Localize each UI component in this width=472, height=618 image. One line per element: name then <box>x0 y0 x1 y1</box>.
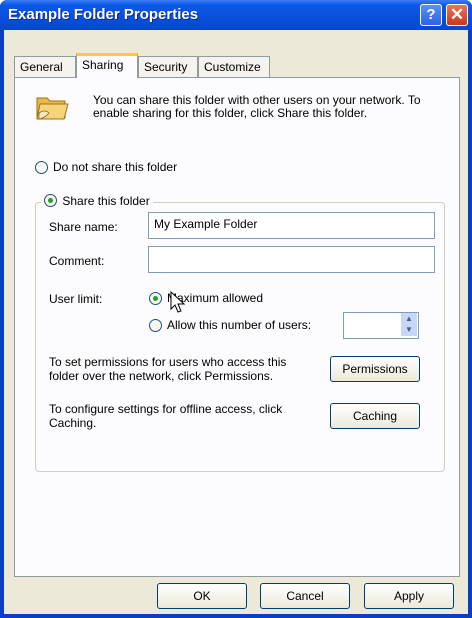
comment-label: Comment: <box>49 254 105 268</box>
title-bar[interactable]: Example Folder Properties ? ✕ <box>0 0 472 30</box>
sharing-panel: You can share this folder with other use… <box>14 77 460 577</box>
cancel-button[interactable]: Cancel <box>260 583 350 609</box>
caching-description: To configure settings for offline access… <box>49 402 283 430</box>
help-button[interactable]: ? <box>420 4 442 26</box>
user-limit-label: User limit: <box>49 292 103 306</box>
permissions-description: To set permissions for users who access … <box>49 355 287 383</box>
tab-security[interactable]: Security <box>138 56 198 77</box>
do-not-share-label[interactable]: Do not share this folder <box>53 160 177 174</box>
share-name-input[interactable]: My Example Folder <box>148 212 435 239</box>
share-this-folder-option: Share this folder <box>41 193 153 208</box>
dialog-client-area: General Sharing Security Customize You c… <box>4 30 468 614</box>
tab-sharing[interactable]: Sharing <box>76 53 138 78</box>
caching-button[interactable]: Caching <box>330 403 420 429</box>
shared-folder-icon <box>36 97 69 120</box>
share-this-folder-label[interactable]: Share this folder <box>62 194 149 208</box>
tab-customize[interactable]: Customize <box>198 56 270 77</box>
close-button[interactable]: ✕ <box>446 4 468 26</box>
allow-number-label[interactable]: Allow this number of users: <box>167 318 311 332</box>
share-name-label: Share name: <box>49 220 118 234</box>
apply-button[interactable]: Apply <box>364 583 454 609</box>
share-this-folder-radio[interactable] <box>44 194 57 208</box>
tab-general[interactable]: General <box>14 56 76 77</box>
window-title: Example Folder Properties <box>8 6 199 23</box>
properties-window: Example Folder Properties ? ✕ General Sh… <box>0 0 472 618</box>
spin-up-icon[interactable]: ▲ <box>401 313 417 324</box>
do-not-share-radio[interactable] <box>35 161 48 174</box>
comment-input[interactable] <box>148 246 435 273</box>
mouse-pointer-icon <box>170 291 186 313</box>
allow-number-radio[interactable] <box>149 319 162 332</box>
permissions-button[interactable]: Permissions <box>330 356 420 382</box>
maximum-allowed-radio[interactable] <box>149 292 162 305</box>
ok-button[interactable]: OK <box>157 583 247 609</box>
user-count-spinner[interactable]: ▲ ▼ <box>401 313 417 336</box>
sharing-intro-text: You can share this folder with other use… <box>93 93 421 120</box>
spin-down-icon[interactable]: ▼ <box>401 324 417 335</box>
